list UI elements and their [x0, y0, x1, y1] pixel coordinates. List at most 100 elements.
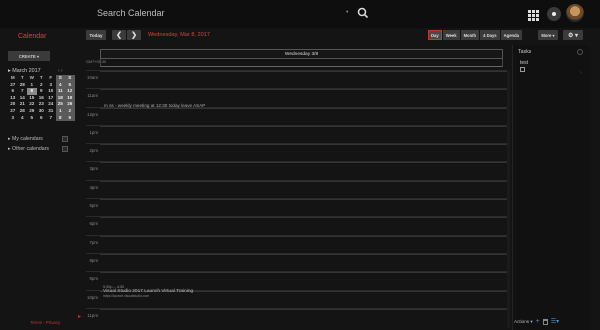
close-icon[interactable] [577, 49, 583, 55]
hour-row[interactable]: 8pm [86, 252, 510, 271]
all-day-row[interactable] [100, 59, 503, 67]
chevron-right-icon[interactable]: › [580, 70, 582, 76]
hour-row[interactable]: 11pm [86, 307, 510, 326]
more-button[interactable]: More ▾ [538, 30, 558, 40]
mini-calendar-day[interactable]: 2 [65, 107, 75, 115]
today-button[interactable]: Today [86, 30, 106, 40]
create-button[interactable]: CREATE ▾ [8, 51, 50, 61]
view-agenda-button[interactable]: Agenda [500, 30, 522, 40]
other-calendars-menu-icon[interactable] [62, 146, 68, 152]
mini-calendar-day[interactable]: 5 [65, 81, 75, 89]
apps-button[interactable] [528, 8, 539, 21]
mini-calendar-day[interactable]: 8 [27, 88, 37, 95]
app-title[interactable]: Calendar [18, 33, 46, 40]
view-day-button[interactable]: Day [428, 30, 442, 40]
hour-row[interactable]: 2pm [86, 143, 510, 161]
mini-calendar-nav[interactable]: ‹ › [58, 68, 63, 74]
mini-calendar-day[interactable]: 10 [46, 88, 56, 95]
mini-calendar-day[interactable]: 2 [37, 82, 47, 89]
mini-calendar-day[interactable]: 28 [18, 108, 28, 115]
mini-calendar-day[interactable]: 19 [65, 94, 75, 102]
mini-calendar-day[interactable]: 24 [46, 101, 56, 108]
mini-calendar-day[interactable]: 23 [37, 101, 47, 108]
collapse-arrow-icon[interactable]: ▸ [78, 313, 81, 320]
mini-calendar-day[interactable]: 7 [46, 115, 56, 122]
hour-label: 6pm [89, 221, 98, 227]
previous-button[interactable]: ❮ [112, 30, 126, 40]
view-4days-button[interactable]: 4 Days [480, 30, 500, 40]
mini-calendar-day[interactable]: 14 [18, 95, 28, 102]
hour-row[interactable]: 5pm [86, 198, 510, 216]
day-column-header[interactable]: Wednesday 3/8 [100, 49, 503, 59]
avatar[interactable] [566, 4, 584, 22]
other-calendars-section[interactable]: ▸ Other calendars [8, 146, 68, 152]
trash-icon[interactable] [542, 318, 548, 325]
hour-divider [100, 144, 510, 146]
mini-calendar-day[interactable]: 17 [46, 95, 56, 102]
notifications-button[interactable] [547, 7, 561, 21]
mini-calendar-day[interactable]: 7 [18, 88, 28, 95]
mini-calendar-day[interactable]: 27 [8, 108, 18, 115]
event-weekly-meeting[interactable]: m ss - weekly meeting at 12:30 today lea… [104, 103, 205, 108]
grid-scrollbar[interactable] [507, 70, 510, 328]
my-calendars-section[interactable]: ▸ My calendars [8, 136, 68, 142]
hour-row[interactable]: 6pm [86, 216, 510, 234]
mini-calendar-day[interactable]: 9 [65, 114, 75, 122]
mini-calendar-day[interactable]: 16 [37, 95, 47, 102]
mini-calendar-day[interactable]: 9 [37, 88, 47, 95]
mini-calendar-day[interactable]: 3 [46, 82, 56, 89]
mini-calendar-day[interactable]: 29 [27, 108, 37, 115]
hour-row[interactable]: 4pm [86, 179, 510, 198]
hour-divider [100, 253, 510, 255]
mini-calendar-day[interactable]: 12 [65, 88, 75, 95]
mini-calendar-day[interactable]: 15 [27, 95, 37, 102]
mini-calendar-day[interactable]: 31 [46, 108, 56, 115]
mini-calendar-day[interactable]: 4 [18, 115, 28, 122]
add-task-icon[interactable]: + [536, 318, 540, 325]
task-item[interactable]: test [520, 60, 528, 66]
mini-calendar-day[interactable]: 8 [55, 114, 65, 122]
mini-calendar-day[interactable]: 28 [18, 82, 28, 89]
mini-calendar-day[interactable]: 26 [65, 101, 75, 108]
list-icon[interactable]: ☰▾ [551, 318, 559, 325]
mini-calendar-day[interactable]: 30 [37, 108, 47, 115]
hour-row[interactable]: 1pm [86, 124, 510, 143]
mini-calendar-day[interactable]: 21 [18, 101, 28, 108]
day-header: S [65, 75, 75, 82]
mini-calendar-day[interactable]: 6 [8, 88, 18, 95]
mini-calendar-day[interactable]: 22 [27, 101, 37, 108]
event-vs2017-launch[interactable]: 9:30p – 4:30 Visual Studio 2017 Launch V… [103, 285, 303, 298]
view-week-button[interactable]: Week [442, 30, 460, 40]
hour-row[interactable]: 12pm [86, 106, 510, 125]
hour-row[interactable]: 3pm [86, 161, 510, 179]
mini-calendar-day[interactable]: 20 [8, 101, 18, 108]
actions-button[interactable]: Actions ▾ [514, 319, 533, 325]
mini-calendar-day[interactable]: 3 [8, 115, 18, 122]
terms-privacy-link[interactable]: Terms - Privacy [30, 320, 60, 325]
hour-divider [100, 272, 510, 274]
mini-calendar-day[interactable]: 18 [55, 94, 65, 102]
other-calendars-label: ▸ Other calendars [8, 146, 49, 152]
mini-calendar-day[interactable]: 4 [55, 81, 65, 89]
next-button[interactable]: ❯ [127, 30, 141, 40]
mini-calendar-day[interactable]: 25 [55, 101, 65, 108]
mini-calendar-day[interactable]: 1 [55, 107, 65, 115]
view-month-button[interactable]: Month [460, 30, 480, 40]
day-header: T [39, 75, 43, 80]
mini-calendar-title[interactable]: ▸ March 2017 [8, 68, 41, 74]
mini-calendar-day[interactable]: 27 [8, 82, 18, 89]
search-button[interactable] [356, 6, 370, 20]
mini-calendar-day[interactable]: 13 [8, 95, 18, 102]
mini-calendar-week: 13 14 15 16 17 18 19 [8, 94, 76, 102]
mini-calendar-day[interactable]: 5 [27, 115, 37, 122]
hour-row[interactable]: 10am [86, 70, 510, 88]
mini-calendar-day[interactable]: 11 [55, 88, 65, 95]
settings-button[interactable]: ⚙ ▾ [563, 30, 583, 40]
mini-calendar-day[interactable]: 1 [27, 82, 37, 89]
hour-row[interactable]: 7pm [86, 234, 510, 253]
search-input[interactable]: Search Calendar [97, 8, 165, 18]
task-checkbox[interactable] [520, 67, 525, 72]
mini-calendar-day[interactable]: 6 [37, 115, 47, 122]
mini-calendar-week: 27 28 1 2 3 4 5 [8, 81, 76, 89]
my-calendars-menu-icon[interactable] [62, 136, 68, 142]
